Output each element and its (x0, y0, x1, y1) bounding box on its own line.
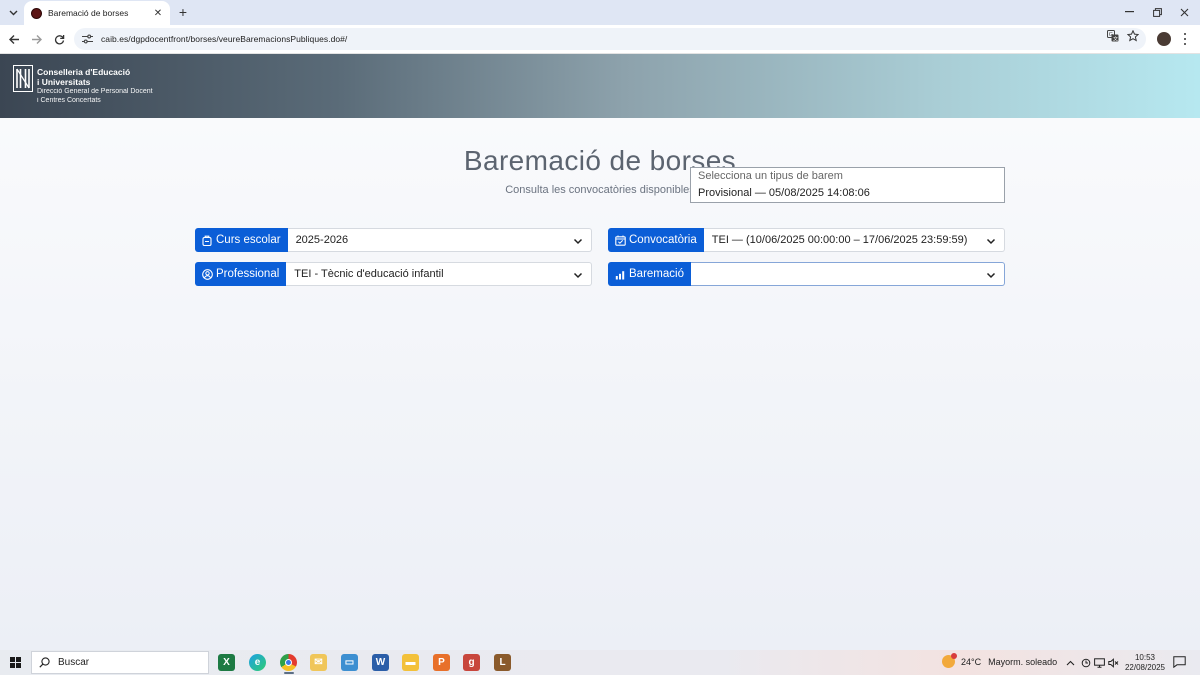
curs-escolar-label-text: Curs escolar (216, 234, 281, 246)
file-explorer-app-icon[interactable]: ▬ (402, 654, 419, 671)
convocatoria-select[interactable]: TEI — (10/06/2025 00:00:00 – 17/06/2025 … (703, 228, 1005, 252)
close-icon (1180, 8, 1188, 16)
professional-value: TEI - Tècnic d'educació infantil (294, 268, 444, 280)
chrome-app-icon[interactable] (280, 654, 297, 671)
weather-desc: Mayorm. soleado (988, 656, 1058, 667)
remote-desktop-app-icon[interactable]: ▭ (341, 654, 358, 671)
weather-temp: 24°C (961, 656, 982, 667)
curs-escolar-label: Curs escolar (195, 228, 288, 252)
professional-select[interactable]: TEI - Tècnic d'educació infantil (286, 262, 592, 286)
site-settings-icon[interactable] (82, 34, 93, 44)
restore-icon (1152, 7, 1162, 17)
bar-chart-icon (615, 269, 626, 280)
star-icon (1127, 30, 1139, 42)
bookmark-button[interactable] (1126, 29, 1140, 43)
edge-app-icon[interactable]: e (249, 654, 266, 671)
professional-label-text: Professional (216, 268, 280, 280)
logo-line1: Conselleria d'Educació (37, 67, 131, 77)
restore-button[interactable] (1150, 6, 1164, 18)
logo-line3: Direcció General de Personal Docent (37, 88, 153, 95)
arrow-right-icon (31, 34, 42, 44)
arrow-left-icon (8, 34, 19, 44)
close-window-button[interactable] (1177, 6, 1191, 18)
taskbar-search[interactable]: Buscar (31, 651, 209, 674)
main-content: Baremació de borses Consulta les convoca… (0, 118, 1200, 650)
taskbar-search-text: Buscar (58, 657, 90, 668)
reload-button[interactable] (52, 32, 66, 46)
sync-icon[interactable] (1080, 657, 1091, 668)
profile-avatar[interactable] (1157, 32, 1171, 46)
site-favicon-icon (31, 7, 42, 19)
translate-icon: G文 (1107, 30, 1119, 42)
calendar-check-icon (615, 235, 626, 246)
page-subtitle: Consulta les convocatòries disponibles (505, 184, 695, 196)
tab-search-button[interactable] (4, 4, 22, 21)
search-icon (39, 657, 50, 668)
professional-label: Professional (195, 262, 287, 286)
baremacio-dropdown-list: Selecciona un tipus de barem Provisional… (690, 167, 1005, 203)
govern-logo-icon[interactable] (13, 65, 33, 92)
chevron-up-icon[interactable] (1065, 657, 1076, 668)
browser-tab-active[interactable]: Baremació de borses ✕ (24, 1, 170, 25)
address-bar[interactable]: caib.es/dgpdocentfront/borses/veureBarem… (74, 28, 1146, 50)
windows-taskbar: Buscar X e ✉ ▭ W ▬ P g L 24°C Mayorm. so… (0, 650, 1200, 675)
tab-title: Baremació de borses (48, 8, 129, 18)
curs-escolar-select[interactable]: 2025-2026 (287, 228, 592, 252)
browser-menu-icon[interactable] (1180, 32, 1190, 46)
word-app-icon[interactable]: W (372, 654, 389, 671)
convocatoria-label-text: Convocatòria (629, 234, 697, 246)
l-app-icon[interactable]: L (494, 654, 511, 671)
site-header-banner: Conselleria d'Educació i Universitats Di… (0, 54, 1200, 118)
baremacio-option-provisional[interactable]: Provisional — 05/08/2025 14:08:06 (691, 185, 1004, 202)
convocatoria-value: TEI — (10/06/2025 00:00:00 – 17/06/2025 … (711, 234, 968, 246)
volume-muted-icon[interactable] (1108, 657, 1119, 668)
clock-time: 10:53 (1134, 653, 1156, 662)
baremacio-label: Baremació (608, 262, 691, 286)
g-app-icon[interactable]: g (463, 654, 480, 671)
minimize-icon (1124, 11, 1134, 13)
reload-icon (54, 34, 64, 44)
baremacio-field: Baremació (608, 262, 1005, 286)
chevron-down-icon (986, 272, 996, 279)
baremacio-option-placeholder[interactable]: Selecciona un tipus de barem (691, 168, 1004, 185)
new-tab-button[interactable]: + (176, 4, 190, 20)
forward-button[interactable] (29, 32, 43, 46)
translate-button[interactable]: G文 (1106, 29, 1120, 43)
mail-app-icon[interactable]: ✉ (310, 654, 327, 671)
chrome-active-indicator (284, 672, 294, 674)
logo-line2: i Universitats (37, 77, 91, 87)
clock-date: 22/08/2025 (1124, 663, 1166, 672)
chevron-down-icon (986, 238, 996, 245)
notifications-icon[interactable] (1173, 656, 1186, 668)
chevron-down-icon (9, 10, 17, 15)
page-title: Baremació de borses (463, 145, 737, 176)
browser-tabstrip: Baremació de borses ✕ + (0, 0, 1200, 25)
convocatoria-field: Convocatòria TEI — (10/06/2025 00:00:00 … (608, 228, 1005, 252)
backpack-icon (202, 235, 213, 246)
url-text: caib.es/dgpdocentfront/borses/veureBarem… (101, 34, 348, 44)
curs-escolar-value: 2025-2026 (295, 234, 349, 246)
svg-text:文: 文 (1113, 35, 1118, 42)
tab-close-icon[interactable]: ✕ (152, 8, 164, 19)
orange-app-icon[interactable]: P (433, 654, 450, 671)
chevron-down-icon (573, 272, 583, 279)
chevron-down-icon (573, 238, 583, 245)
excel-app-icon[interactable]: X (218, 654, 235, 671)
system-clock[interactable]: 10:53 22/08/2025 (1124, 653, 1166, 673)
minimize-button[interactable] (1122, 6, 1136, 18)
back-button[interactable] (7, 32, 21, 46)
department-name: Conselleria d'Educació i Universitats Di… (37, 67, 153, 105)
user-circle-icon (202, 268, 213, 280)
weather-widget[interactable]: 24°C Mayorm. soleado (942, 653, 1058, 668)
windows-start-icon[interactable] (10, 657, 21, 668)
baremacio-select[interactable] (690, 262, 1005, 286)
browser-toolbar: caib.es/dgpdocentfront/borses/veureBarem… (0, 25, 1200, 54)
convocatoria-label: Convocatòria (608, 228, 704, 252)
curs-escolar-field: Curs escolar 2025-2026 (195, 228, 592, 252)
baremacio-label-text: Baremació (629, 268, 684, 280)
logo-line4: i Centres Concertats (37, 97, 101, 104)
network-icon[interactable] (1094, 657, 1105, 668)
professional-field: Professional TEI - Tècnic d'educació inf… (195, 262, 592, 286)
sun-icon (942, 653, 957, 668)
